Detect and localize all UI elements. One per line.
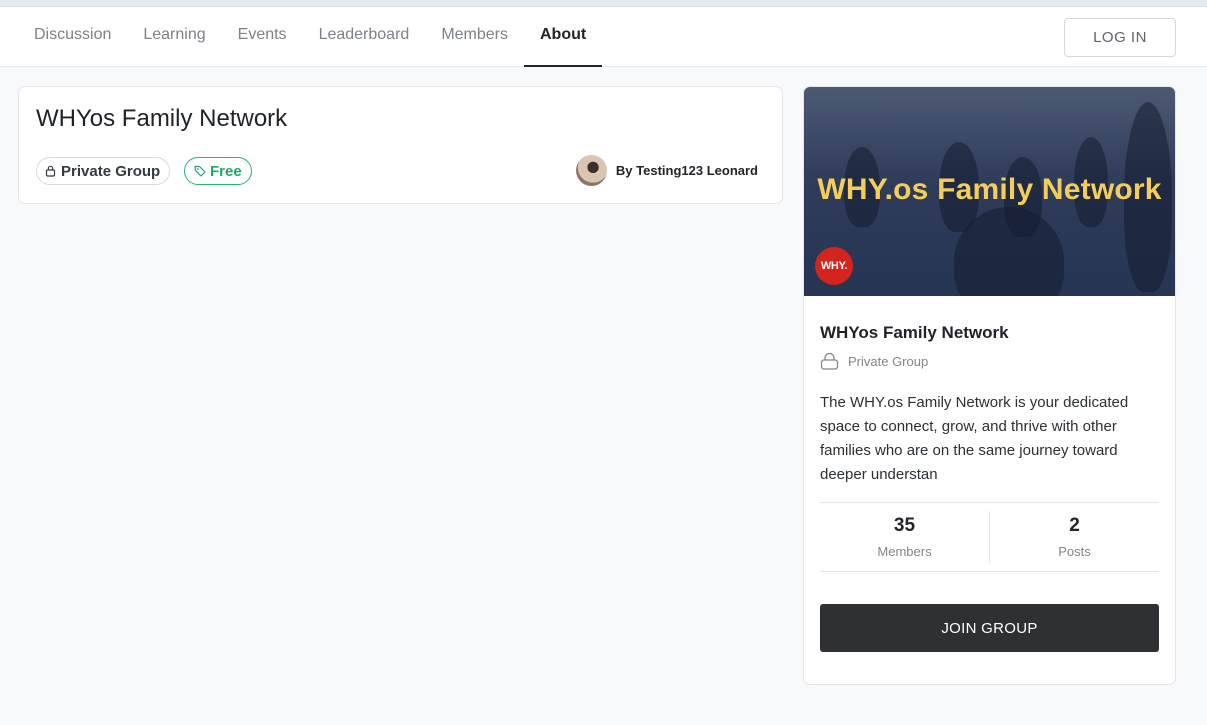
price-badge: Free (184, 157, 252, 185)
tab-learning[interactable]: Learning (127, 7, 221, 66)
tab-about[interactable]: About (524, 7, 603, 67)
sidebar-privacy-label: Private Group (848, 354, 929, 369)
lock-icon (820, 353, 839, 370)
avatar (575, 155, 607, 186)
author-name: By Testing123 Leonard (615, 163, 758, 178)
members-count: 35 (893, 515, 916, 536)
browser-top-strip (0, 0, 1207, 7)
banner-title: WHY.os Family Network (817, 173, 1162, 206)
members-label: Members (877, 544, 932, 559)
private-group-label: Private Group (61, 162, 161, 180)
members-stat: 35 Members (820, 503, 989, 571)
nav-tabs: Discussion Learning Events Leaderboard M… (18, 7, 603, 67)
tab-members[interactable]: Members (425, 7, 524, 66)
join-group-button[interactable]: JOIN GROUP (820, 604, 1159, 652)
top-navbar: Discussion Learning Events Leaderboard M… (0, 7, 1207, 67)
tab-leaderboard[interactable]: Leaderboard (303, 7, 426, 66)
tab-events[interactable]: Events (222, 7, 303, 66)
group-stats: 35 Members 2 Posts (820, 502, 1159, 572)
page-title: WHYos Family Network (36, 105, 288, 132)
login-button[interactable]: LOG IN (1064, 18, 1176, 57)
sidebar-privacy: Private Group (820, 353, 928, 370)
tag-icon (194, 165, 206, 177)
posts-count: 2 (1069, 515, 1080, 536)
sidebar-group-title: WHYos Family Network (820, 323, 1009, 342)
group-author[interactable]: By Testing123 Leonard (575, 155, 758, 186)
lock-icon (45, 165, 56, 177)
tab-discussion[interactable]: Discussion (18, 7, 127, 66)
group-header-card: WHYos Family Network Private Group Free … (18, 86, 783, 204)
group-banner-image: WHY.os Family Network WHY. (804, 87, 1175, 296)
why-logo: WHY. (815, 247, 853, 285)
price-label: Free (210, 162, 242, 180)
posts-label: Posts (1058, 544, 1091, 559)
posts-stat: 2 Posts (989, 511, 1159, 563)
private-group-badge: Private Group (36, 157, 171, 185)
group-description: The WHY.os Family Network is your dedica… (820, 394, 1129, 483)
group-info-card: WHY.os Family Network WHY. WHYos Family … (803, 86, 1176, 685)
